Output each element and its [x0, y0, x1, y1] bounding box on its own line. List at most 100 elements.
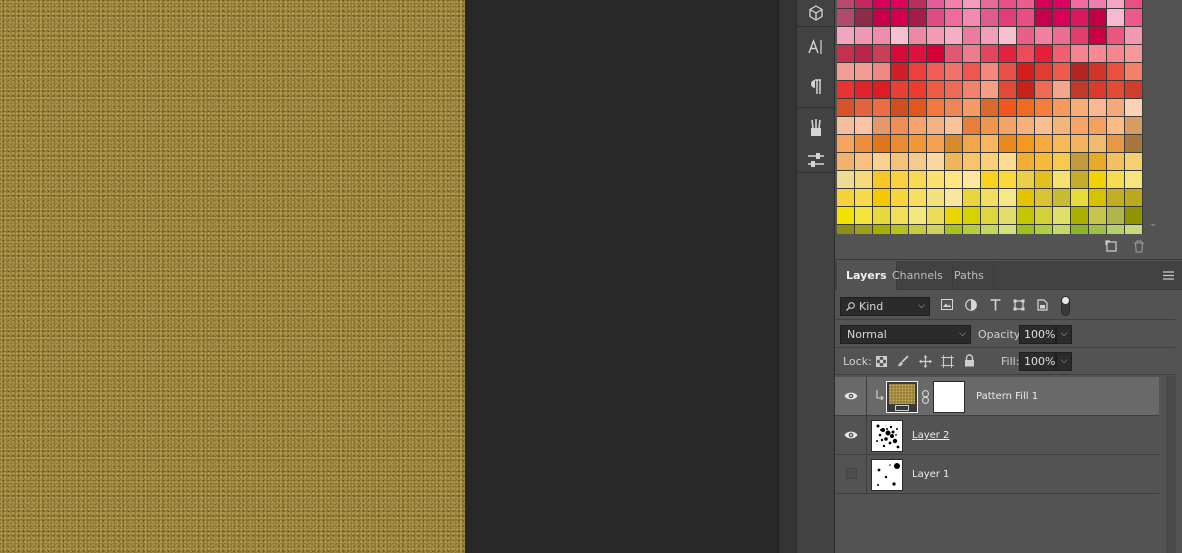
fill-input[interactable]: 100%: [1019, 352, 1056, 371]
color-swatch[interactable]: [1053, 81, 1071, 99]
color-swatch[interactable]: [891, 171, 909, 189]
color-swatch[interactable]: [1107, 0, 1125, 9]
delete-swatch-icon[interactable]: [1133, 240, 1145, 256]
color-swatch[interactable]: [855, 45, 873, 63]
color-swatch[interactable]: [873, 117, 891, 135]
color-swatch[interactable]: [909, 63, 927, 81]
smart-object-filter-icon[interactable]: [1037, 299, 1048, 314]
color-swatch[interactable]: [837, 0, 855, 9]
color-swatch[interactable]: [1125, 0, 1143, 9]
color-swatch[interactable]: [999, 99, 1017, 117]
color-swatch[interactable]: [1089, 9, 1107, 27]
opacity-input[interactable]: 100%: [1019, 325, 1056, 344]
color-swatch[interactable]: [999, 117, 1017, 135]
color-swatch[interactable]: [1125, 45, 1143, 63]
color-swatch[interactable]: [945, 63, 963, 81]
color-swatch[interactable]: [1071, 9, 1089, 27]
color-swatch[interactable]: [837, 99, 855, 117]
color-swatch[interactable]: [1089, 99, 1107, 117]
color-swatch[interactable]: [1017, 189, 1035, 207]
color-swatch[interactable]: [873, 63, 891, 81]
color-swatch[interactable]: [981, 225, 999, 234]
color-swatch[interactable]: [1089, 153, 1107, 171]
color-swatch[interactable]: [963, 81, 981, 99]
color-swatch[interactable]: [1071, 135, 1089, 153]
color-swatch[interactable]: [927, 189, 945, 207]
color-swatch[interactable]: [855, 99, 873, 117]
color-swatch[interactable]: [1125, 189, 1143, 207]
adjustments-icon[interactable]: [797, 148, 835, 172]
color-swatch[interactable]: [1107, 189, 1125, 207]
color-swatch[interactable]: [1035, 225, 1053, 234]
color-swatch[interactable]: [855, 171, 873, 189]
layer-2-thumbnail[interactable]: [871, 420, 903, 452]
pixel-filter-icon[interactable]: [941, 299, 953, 313]
color-swatch[interactable]: [981, 9, 999, 27]
paragraph-icon[interactable]: [797, 67, 835, 107]
color-swatch[interactable]: [927, 63, 945, 81]
color-swatch[interactable]: [1017, 27, 1035, 45]
color-swatch[interactable]: [1071, 81, 1089, 99]
color-swatch[interactable]: [891, 225, 909, 234]
color-swatch[interactable]: [945, 9, 963, 27]
color-swatch[interactable]: [927, 153, 945, 171]
layer-name[interactable]: Layer 1: [912, 455, 949, 494]
color-swatch[interactable]: [909, 81, 927, 99]
color-swatch[interactable]: [1107, 81, 1125, 99]
color-swatch[interactable]: [1071, 171, 1089, 189]
color-swatch[interactable]: [1089, 207, 1107, 225]
color-swatch[interactable]: [927, 9, 945, 27]
lock-image-pixels-icon[interactable]: [897, 355, 909, 370]
color-swatch[interactable]: [1035, 207, 1053, 225]
color-swatch[interactable]: [981, 117, 999, 135]
color-swatch[interactable]: [837, 9, 855, 27]
color-swatch[interactable]: [855, 0, 873, 9]
color-swatch[interactable]: [909, 135, 927, 153]
color-swatch[interactable]: [1089, 45, 1107, 63]
color-swatch[interactable]: [945, 171, 963, 189]
color-swatch[interactable]: [873, 99, 891, 117]
color-swatch[interactable]: [1035, 171, 1053, 189]
color-swatch[interactable]: [873, 225, 891, 234]
type-filter-icon[interactable]: [990, 299, 1001, 314]
color-swatch[interactable]: [909, 99, 927, 117]
color-swatch[interactable]: [1071, 225, 1089, 234]
color-swatch[interactable]: [999, 63, 1017, 81]
color-swatch[interactable]: [1017, 117, 1035, 135]
color-swatch[interactable]: [963, 9, 981, 27]
color-swatch[interactable]: [1107, 225, 1125, 234]
color-swatch[interactable]: [945, 45, 963, 63]
color-swatch[interactable]: [891, 63, 909, 81]
color-swatch[interactable]: [1053, 63, 1071, 81]
color-swatch[interactable]: [1035, 99, 1053, 117]
color-swatch[interactable]: [873, 0, 891, 9]
color-swatch[interactable]: [1071, 63, 1089, 81]
color-swatch[interactable]: [981, 0, 999, 9]
color-swatch[interactable]: [981, 27, 999, 45]
color-swatch[interactable]: [891, 81, 909, 99]
color-swatch[interactable]: [873, 171, 891, 189]
color-swatch[interactable]: [1071, 153, 1089, 171]
color-swatch[interactable]: [1071, 45, 1089, 63]
color-swatch[interactable]: [1125, 9, 1143, 27]
color-swatch[interactable]: [981, 171, 999, 189]
color-swatch[interactable]: [963, 153, 981, 171]
color-swatch[interactable]: [1125, 153, 1143, 171]
color-swatch[interactable]: [1053, 225, 1071, 234]
color-swatch[interactable]: [1107, 171, 1125, 189]
color-swatch[interactable]: [963, 225, 981, 234]
color-swatch[interactable]: [1053, 99, 1071, 117]
color-swatch[interactable]: [999, 27, 1017, 45]
color-swatch[interactable]: [1053, 117, 1071, 135]
brush-presets-icon[interactable]: [797, 108, 835, 148]
color-swatch[interactable]: [999, 225, 1017, 234]
color-swatch[interactable]: [1053, 9, 1071, 27]
color-swatch[interactable]: [909, 171, 927, 189]
color-swatch[interactable]: [981, 135, 999, 153]
color-swatch[interactable]: [981, 99, 999, 117]
color-swatch[interactable]: [1035, 189, 1053, 207]
color-swatch[interactable]: [999, 207, 1017, 225]
new-swatch-icon[interactable]: [1105, 240, 1117, 255]
color-swatch[interactable]: [1125, 63, 1143, 81]
color-swatch[interactable]: [927, 81, 945, 99]
